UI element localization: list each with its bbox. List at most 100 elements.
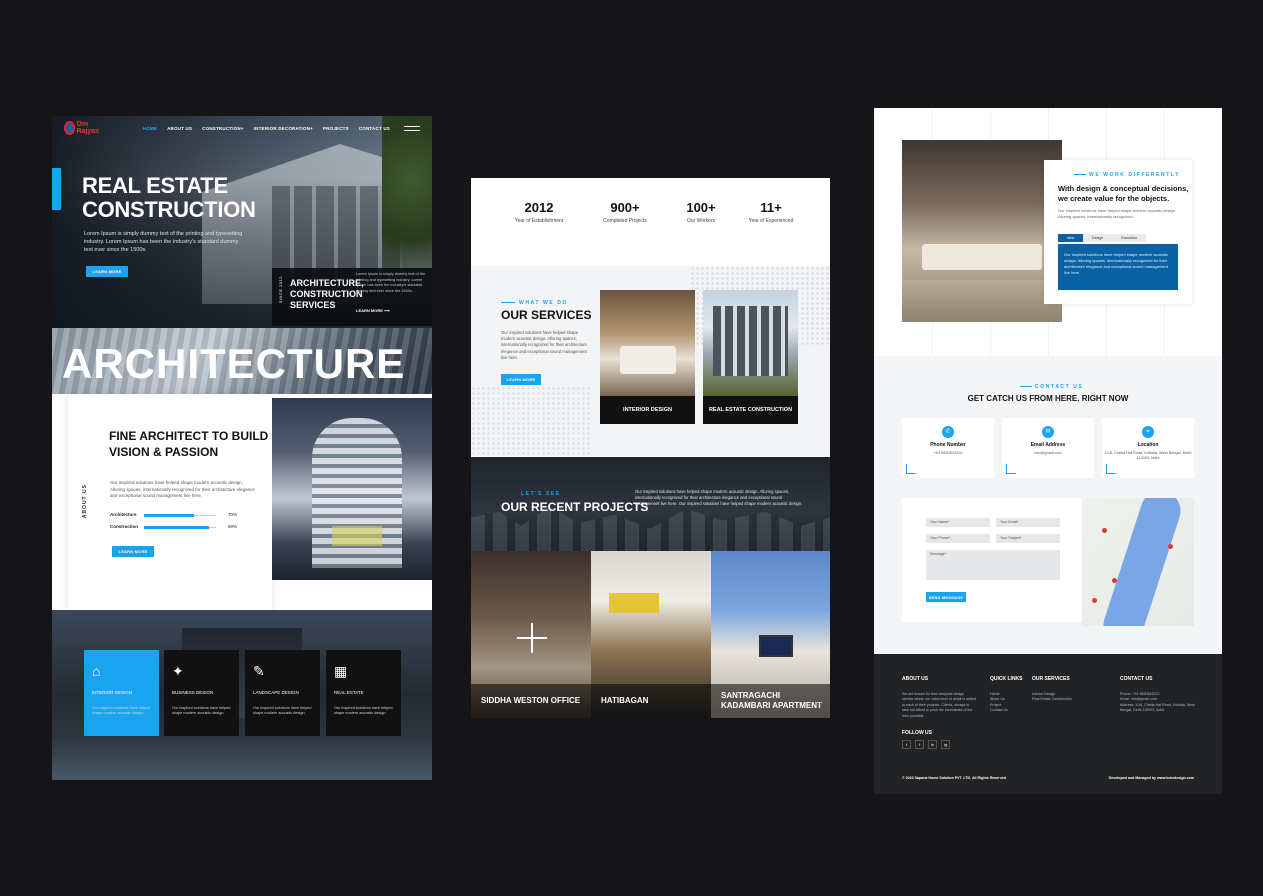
- our-services-section: WHAT WE DO OUR SERVICES Our inspired sol…: [471, 266, 830, 456]
- contact-form: Your Name* Your Email* Your Phone* Your …: [902, 498, 1082, 622]
- map-pin-icon[interactable]: [1112, 578, 1117, 583]
- about-building-image: [272, 398, 432, 580]
- service-card-business[interactable]: ✦ BUSINESS DESIGN Our inspired solutions…: [164, 650, 239, 736]
- service-card-interior-design[interactable]: INTERIOR DESIGN: [600, 290, 695, 424]
- service-card-landscape[interactable]: ✎ LANDSCAPE DESIGN Our inspired solution…: [245, 650, 320, 736]
- info-card-location: ⌖ Location 1/18, Chetla Hat Road, Kolkat…: [1102, 418, 1194, 478]
- message-field[interactable]: Message*: [926, 550, 1060, 580]
- instagram-icon[interactable]: ig: [941, 740, 950, 749]
- stat-projects: 900+ Completed Projects: [585, 200, 665, 224]
- tab-execution[interactable]: Execution: [1112, 234, 1146, 242]
- architecture-banner-word: ARCHITECTURE: [62, 340, 406, 387]
- about-title: FINE ARCHITECT TO BUILD VISION & PASSION: [109, 428, 268, 460]
- service-card-interior[interactable]: ⌂ INTERIOR DESIGN Our inspired solutions…: [84, 650, 159, 736]
- stat-label: Completed Projects: [603, 218, 647, 224]
- about-title-line-2: VISION & PASSION: [109, 445, 219, 459]
- phone-field[interactable]: Your Phone*: [926, 534, 990, 543]
- footer-heading: OUR SERVICES: [1032, 676, 1070, 682]
- skill-architecture: Architecture 70%: [110, 512, 240, 520]
- tab-design[interactable]: Design: [1083, 234, 1113, 242]
- map-pin-icon[interactable]: [1102, 528, 1107, 533]
- map-river: [1098, 498, 1186, 626]
- footer-about: ABOUT US We are known for their bespoke …: [902, 676, 976, 719]
- subject-field[interactable]: Your Subject*: [996, 534, 1060, 543]
- hamburger-menu-icon[interactable]: [404, 125, 420, 131]
- top-nav: Om Rajyas HOME ABOUT US CONSTRUCTION+ IN…: [52, 116, 432, 140]
- send-message-button[interactable]: SEND MESSAGE: [926, 592, 966, 602]
- location-map[interactable]: [1082, 498, 1194, 626]
- services-description: Our inspired solutions have helped shape…: [501, 330, 587, 360]
- service-description: Our inspired solutions have helped shape…: [92, 706, 151, 716]
- interior-design-icon: ⌂: [92, 663, 101, 679]
- stat-label: Year of Establishment: [514, 218, 564, 224]
- hero-title-line-1: REAL ESTATE: [82, 173, 228, 198]
- linkedin-icon[interactable]: in: [928, 740, 937, 749]
- about-description: Our inspired solutions have helped shape…: [110, 480, 255, 498]
- footer-heading: CONTACT US: [1120, 676, 1153, 682]
- nav-item-interior[interactable]: INTERIOR DECORATION+: [254, 126, 313, 131]
- stat-established: 2012 Year of Establishment: [499, 200, 579, 224]
- footer: ABOUT US We are known for their bespoke …: [874, 654, 1222, 794]
- about-section: ABOUT US FINE ARCHITECT TO BUILD VISION …: [52, 394, 432, 610]
- info-detail[interactable]: +91 9830543210: [902, 451, 994, 456]
- map-pin-icon[interactable]: [1092, 598, 1097, 603]
- architecture-title-line-1: ARCHITECTURE,: [290, 278, 364, 288]
- service-name: INTERIOR DESIGN: [92, 690, 133, 695]
- architecture-banner: ARCHITECTURE: [52, 328, 432, 394]
- architecture-learn-more-label: LEARN MORE: [356, 308, 383, 313]
- work-tabs: Idea Design Execution: [1058, 234, 1146, 242]
- footer-heading: ABOUT US: [902, 676, 929, 682]
- service-card-label: REAL ESTATE CONSTRUCTION: [708, 407, 793, 413]
- service-card-real-estate[interactable]: ▦ REAL ESTATE Our inspired solutions hav…: [326, 650, 401, 736]
- map-pin-icon[interactable]: [1168, 544, 1173, 549]
- developer-credit[interactable]: Developed and Managed by www.kubrdesign.…: [1109, 776, 1194, 780]
- nav-item-projects[interactable]: PROJECTS: [323, 126, 349, 131]
- project-card-hatibagan[interactable]: HATIBAGAN: [591, 551, 711, 718]
- project-caption: HATIBAGAN: [591, 684, 711, 718]
- stat-value: 11+: [760, 200, 782, 215]
- footer-links[interactable]: Home About Us Project Contact Us: [990, 692, 1023, 714]
- services-section: ⌂ INTERIOR DESIGN Our inspired solutions…: [52, 610, 432, 780]
- logo-globe-icon: [64, 121, 75, 135]
- skill-bar: [144, 514, 216, 517]
- hero-description: Lorem Ipsum is simply dummy text of the …: [84, 231, 243, 253]
- nav-item-home[interactable]: HOME: [143, 126, 157, 131]
- nav-item-about[interactable]: ABOUT US: [167, 126, 192, 131]
- tab-idea[interactable]: Idea: [1058, 234, 1083, 242]
- skill-bar: [144, 526, 216, 529]
- footer-services: OUR SERVICES Interior Design Real Estate…: [1032, 676, 1072, 703]
- footer-links[interactable]: Interior Design Real Estate Construction: [1032, 692, 1072, 703]
- footer-quick-links: QUICK LINKS Home About Us Project Contac…: [990, 676, 1023, 714]
- architecture-description: Lorem Ipsum is simply dummy text of the …: [356, 272, 425, 293]
- info-detail[interactable]: info@gmail.com: [1002, 451, 1094, 456]
- about-learn-more-button[interactable]: LEARN MORE: [112, 546, 154, 557]
- project-card-santragachi[interactable]: SANTRAGACHI KADAMBARI APARTMENT: [711, 551, 830, 718]
- contact-page-preview: WE WORK DIFFERENTLY With design & concep…: [874, 108, 1222, 794]
- logo[interactable]: Om Rajyas: [64, 119, 100, 137]
- nav-item-construction[interactable]: CONSTRUCTION+: [202, 126, 243, 131]
- services-page-preview: 2012 Year of Establishment 900+ Complete…: [471, 178, 830, 718]
- room-floor: [902, 280, 1062, 322]
- stat-label: Our Workers: [686, 218, 716, 224]
- services-learn-more-button[interactable]: LEARN MORE: [501, 374, 541, 385]
- architecture-title: ARCHITECTURE, CONSTRUCTION SERVICES: [290, 278, 364, 311]
- service-card-label: INTERIOR DESIGN: [623, 407, 672, 413]
- skill-percent: 70%: [228, 512, 238, 517]
- email-field[interactable]: Your Email*: [996, 518, 1060, 527]
- architecture-learn-more-link[interactable]: LEARN MORE ⟶: [356, 308, 390, 313]
- living-room-image: [902, 140, 1062, 322]
- hero-learn-more-button[interactable]: LEARN MORE: [86, 266, 128, 277]
- info-detail: 1/18, Chetla Hat Road, Kolkata, West Ben…: [1104, 451, 1192, 460]
- contact-section: CONTACT US GET CATCH US FROM HERE. RIGHT…: [874, 356, 1222, 654]
- project-card-siddha[interactable]: SIDDHA WESTON OFFICE: [471, 551, 591, 718]
- nav-item-contact[interactable]: CONTACT US: [359, 126, 390, 131]
- facebook-icon[interactable]: f: [915, 740, 924, 749]
- project-caption: SIDDHA WESTON OFFICE: [471, 684, 591, 718]
- twitter-icon[interactable]: t: [902, 740, 911, 749]
- side-tab[interactable]: [52, 168, 61, 210]
- plus-icon[interactable]: [517, 623, 547, 653]
- name-field[interactable]: Your Name*: [926, 518, 990, 527]
- stats-bar: 2012 Year of Establishment 900+ Complete…: [471, 178, 830, 266]
- service-card-real-estate[interactable]: REAL ESTATE CONSTRUCTION: [703, 290, 798, 424]
- services-title: OUR SERVICES: [501, 308, 592, 322]
